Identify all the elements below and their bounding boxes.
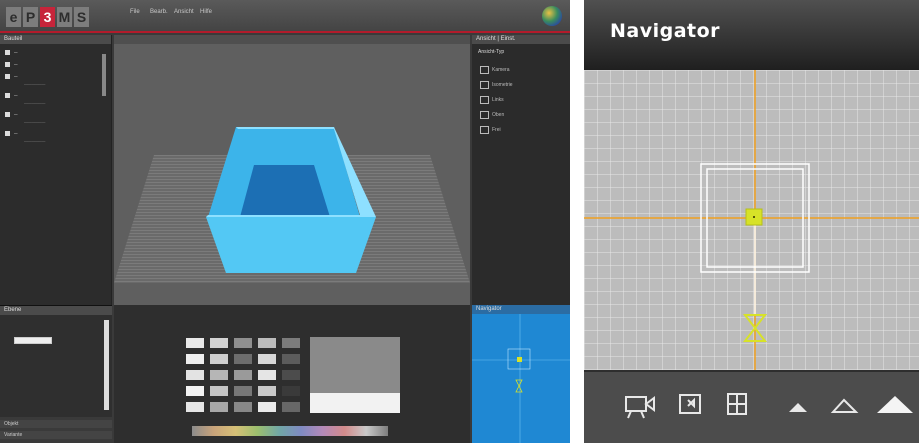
swatch[interactable] [210, 338, 228, 348]
mini-navigator-grid [472, 314, 570, 443]
top-view-icon[interactable] [480, 111, 489, 119]
swatch[interactable] [210, 354, 228, 364]
logo-letter-p: P [23, 7, 38, 27]
navigator-viewport[interactable] [584, 70, 919, 370]
view-option-iso[interactable]: Isometrie [492, 82, 513, 88]
navigator-toolbar [584, 370, 919, 443]
swatch[interactable] [234, 370, 252, 380]
app-title-bar: e P 3 M S File Bearb. Ansicht Hilfe [0, 0, 570, 33]
swatch[interactable] [282, 370, 300, 380]
layers-panel-header: Ebene [0, 306, 112, 315]
swatch[interactable] [234, 338, 252, 348]
navigator-header: Navigator [584, 0, 919, 70]
swatch[interactable] [282, 386, 300, 396]
free-view-icon[interactable] [480, 126, 489, 134]
navigator-panel: Navigator [584, 0, 919, 443]
large-mountain-icon [877, 396, 913, 413]
select-frame-icon [679, 394, 701, 414]
view-settings-header: Ansicht | Einst. [472, 35, 570, 44]
swatch[interactable] [234, 386, 252, 396]
swatch[interactable] [186, 402, 204, 412]
structure-panel-header: Bauteil [0, 35, 111, 44]
tab-variante[interactable]: Variante [0, 431, 112, 439]
globe-icon [542, 6, 562, 26]
view-option-top[interactable]: Oben [492, 112, 504, 118]
swatch[interactable] [258, 370, 276, 380]
scene-render [114, 127, 470, 283]
swatch[interactable] [234, 402, 252, 412]
view-type-label: Ansicht-Typ [478, 49, 505, 55]
structure-panel: Bauteil ─ ─ ─ ────── ─ ────── ─ ────── ─… [0, 35, 112, 305]
view-option-free[interactable]: Frei [492, 127, 501, 133]
swatch[interactable] [258, 338, 276, 348]
swatch[interactable] [282, 354, 300, 364]
box-front [206, 217, 376, 273]
swatch[interactable] [258, 386, 276, 396]
logo-letter-e: e [6, 7, 21, 27]
small-mountain-icon [789, 403, 807, 412]
left-view-icon[interactable] [480, 96, 489, 104]
layers-panel: Ebene [0, 305, 112, 417]
isometric-view-icon[interactable] [480, 81, 489, 89]
swatch[interactable] [210, 370, 228, 380]
tree-subitem: ────── [24, 101, 46, 107]
mini-navigator-header: Navigator [472, 305, 570, 314]
swatch[interactable] [258, 354, 276, 364]
swatch[interactable] [186, 386, 204, 396]
swatch[interactable] [258, 402, 276, 412]
navigator-toolbar-icons [625, 393, 913, 419]
camera-icon [625, 396, 655, 419]
grid-view-icon [727, 393, 747, 415]
menu-edit[interactable]: Bearb. [150, 9, 168, 15]
navigator-grid [584, 70, 919, 370]
swatch[interactable] [186, 354, 204, 364]
menu-help[interactable]: Hilfe [200, 9, 212, 15]
color-palette-strip[interactable] [192, 426, 388, 436]
tree-item[interactable]: ─ [5, 61, 18, 69]
swatch[interactable] [210, 402, 228, 412]
camera-view-icon[interactable] [480, 66, 489, 74]
tab-objekt[interactable]: Objekt [0, 420, 112, 428]
logo-letter-m: M [57, 7, 72, 27]
swatch[interactable] [186, 338, 204, 348]
app-window: e P 3 M S File Bearb. Ansicht Hilfe Baut… [0, 0, 570, 443]
tree-item[interactable]: ─ [5, 49, 18, 57]
swatch[interactable] [234, 354, 252, 364]
swatch[interactable] [186, 370, 204, 380]
mini-navigator[interactable]: Navigator [472, 305, 570, 443]
tree-subitem: ────── [24, 139, 46, 145]
logo-letter-3: 3 [40, 7, 55, 27]
swatch[interactable] [282, 338, 300, 348]
tree-subitem: ────── [24, 82, 46, 88]
menu-view[interactable]: Ansicht [174, 9, 194, 15]
tree-subitem: ────── [24, 120, 46, 126]
view-option-camera[interactable]: Kamera [492, 67, 510, 73]
swatch[interactable] [282, 402, 300, 412]
navigator-title: Navigator [610, 20, 721, 42]
medium-mountain-icon [830, 398, 859, 413]
tree-item[interactable]: ─ [5, 92, 18, 100]
tree-item[interactable]: ─ [5, 111, 18, 119]
view-settings-panel: Ansicht | Einst. Ansicht-Typ [472, 35, 570, 305]
selected-layer[interactable] [14, 337, 52, 344]
layers-scrollbar[interactable] [104, 320, 109, 410]
logo-letter-s: S [74, 7, 89, 27]
menu-file[interactable]: File [130, 9, 140, 15]
3d-viewport[interactable] [114, 35, 470, 305]
material-preview-base [310, 393, 400, 413]
view-option-left[interactable]: Links [492, 97, 504, 103]
structure-scrollbar[interactable] [102, 54, 106, 96]
tree-item[interactable]: ─ [5, 73, 18, 81]
tree-item[interactable]: ─ [5, 130, 18, 138]
swatch[interactable] [210, 386, 228, 396]
